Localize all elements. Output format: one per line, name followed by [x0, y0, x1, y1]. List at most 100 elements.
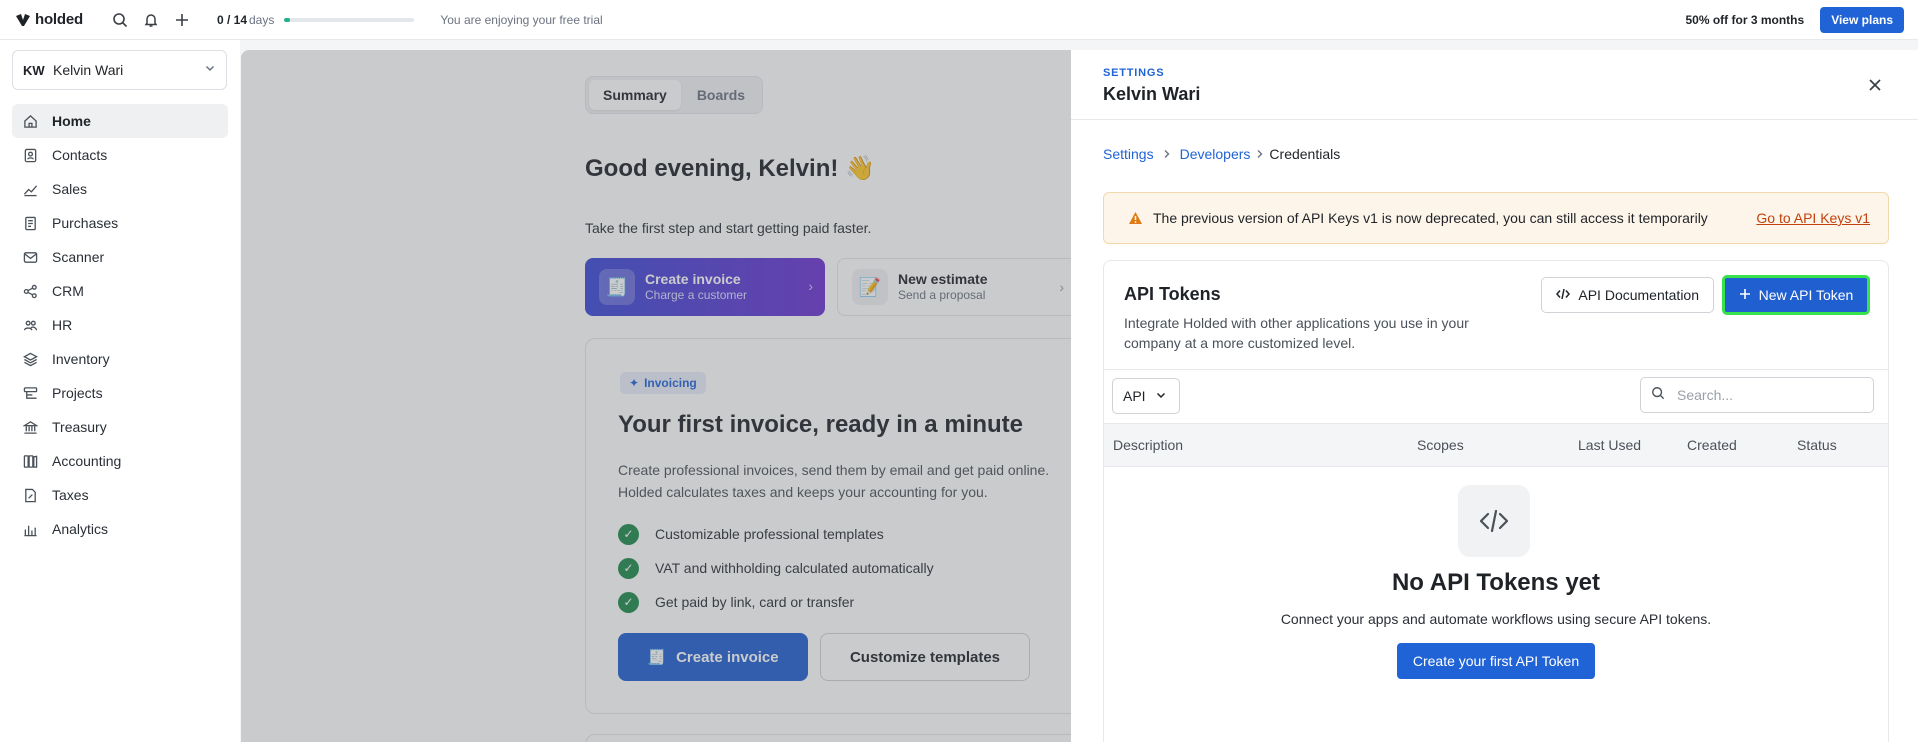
analytics-icon [22, 521, 38, 537]
api-tokens-section: API Tokens Integrate Holded with other a… [1103, 260, 1889, 742]
trial-counter: 0 / 14 days [217, 13, 274, 27]
settings-panel: SETTINGS Kelvin Wari Settings Developers… [1071, 50, 1918, 742]
chevron-right-icon [1162, 149, 1172, 159]
panel-label: SETTINGS [1103, 67, 1165, 79]
panel-header: SETTINGS Kelvin Wari [1071, 50, 1918, 120]
breadcrumb-settings[interactable]: Settings [1103, 146, 1154, 162]
empty-state-subtitle: Connect your apps and automate workflows… [1280, 611, 1712, 627]
deprecation-message: The previous version of API Keys v1 is n… [1153, 210, 1708, 226]
close-icon[interactable] [1866, 76, 1884, 94]
sidebar-item-label: Projects [52, 385, 103, 401]
new-api-token-button[interactable]: New API Token [1722, 275, 1870, 315]
go-to-api-keys-v1-link[interactable]: Go to API Keys v1 [1756, 210, 1870, 226]
deprecation-banner: The previous version of API Keys v1 is n… [1103, 192, 1889, 244]
sidebar-item-label: HR [52, 317, 73, 333]
breadcrumb-credentials: Credentials [1269, 146, 1341, 162]
account-initials: KW [23, 62, 45, 78]
sidebar-item-label: Sales [52, 181, 88, 197]
logo-text: holded [35, 11, 83, 28]
inventory-icon [22, 351, 38, 367]
code-icon [1556, 287, 1571, 303]
scanner-icon [22, 249, 38, 265]
section-title: API Tokens [1124, 284, 1221, 304]
hr-icon [22, 317, 38, 333]
sidebar-item-home[interactable]: Home [12, 104, 228, 138]
crm-icon [22, 283, 38, 299]
trial-progress-fill [284, 17, 290, 22]
sidebar-item-label: Home [52, 113, 91, 129]
section-description: Integrate Holded with other applications… [1124, 315, 1469, 351]
account-name: Kelvin Wari [53, 62, 124, 78]
trial-progress-bar [284, 17, 415, 22]
sidebar-item-label: Scanner [52, 249, 105, 265]
breadcrumb-developers[interactable]: Developers [1180, 146, 1251, 162]
promo-text: 50% off for 3 months [1685, 12, 1805, 27]
column-last-used: Last Used [1578, 437, 1642, 453]
create-first-api-token-button[interactable]: Create your first API Token [1397, 643, 1595, 679]
column-created: Created [1687, 437, 1737, 453]
sidebar-item-label: Taxes [52, 487, 89, 503]
sidebar-item-label: Contacts [52, 147, 108, 163]
projects-icon [22, 385, 38, 401]
treasury-icon [22, 419, 38, 435]
bell-icon[interactable] [136, 5, 166, 35]
purchases-icon [22, 215, 38, 231]
chevron-right-icon [1255, 149, 1265, 159]
accounting-icon [22, 453, 38, 469]
code-icon [1458, 485, 1530, 557]
sidebar-item-projects[interactable]: Projects [12, 376, 228, 410]
new-api-token-label: New API Token [1758, 287, 1854, 303]
trial-unit: days [249, 12, 275, 27]
chevron-down-icon [1155, 388, 1167, 404]
holded-logo[interactable]: holded [16, 11, 83, 28]
sidebar-item-label: Accounting [52, 453, 122, 469]
sidebar-item-scanner[interactable]: Scanner [12, 240, 228, 274]
sidebar-item-label: Inventory [52, 351, 110, 367]
token-search [1640, 377, 1874, 413]
sidebar-item-analytics[interactable]: Analytics [12, 512, 228, 546]
sidebar-item-taxes[interactable]: Taxes [12, 478, 228, 512]
search-icon [1651, 386, 1665, 405]
column-scopes: Scopes [1417, 437, 1464, 453]
table-header: Description Scopes Last Used Created Sta… [1104, 423, 1888, 467]
panel-title: Kelvin Wari [1103, 84, 1201, 104]
type-filter-value: API [1123, 388, 1146, 404]
warning-icon [1128, 211, 1143, 225]
sidebar-item-sales[interactable]: Sales [12, 172, 228, 206]
contacts-icon [22, 147, 38, 163]
sidebar-nav: Home Contacts Sales Purchases Scanner CR… [12, 104, 228, 546]
view-plans-button[interactable]: View plans [1820, 6, 1904, 33]
filter-row: API [1104, 369, 1888, 423]
account-switcher[interactable]: KW Kelvin Wari [12, 50, 227, 90]
breadcrumb: Settings Developers Credentials [1103, 146, 1340, 162]
chevron-down-icon [204, 61, 216, 79]
trial-message: You are enjoying your free trial [440, 12, 603, 27]
plus-icon[interactable] [167, 5, 197, 35]
sidebar-item-treasury[interactable]: Treasury [12, 410, 228, 444]
sidebar-item-label: Purchases [52, 215, 119, 231]
sidebar-item-accounting[interactable]: Accounting [12, 444, 228, 478]
sidebar-item-crm[interactable]: CRM [12, 274, 228, 308]
sidebar-item-inventory[interactable]: Inventory [12, 342, 228, 376]
search-input[interactable] [1677, 387, 1857, 403]
sidebar-item-label: CRM [52, 283, 84, 299]
empty-state-title: No API Tokens yet [1391, 569, 1601, 596]
sidebar-item-label: Treasury [52, 419, 107, 435]
sidebar-item-label: Analytics [52, 521, 109, 537]
sidebar-item-hr[interactable]: HR [12, 308, 228, 342]
top-bar: holded 0 / 14 days You are enjoying your … [0, 0, 1918, 40]
plus-icon [1739, 287, 1751, 303]
api-documentation-label: API Documentation [1578, 287, 1699, 303]
home-icon [22, 113, 38, 129]
api-documentation-button[interactable]: API Documentation [1541, 277, 1714, 313]
taxes-icon [22, 487, 38, 503]
trial-used: 0 / 14 [216, 12, 247, 27]
column-status: Status [1797, 437, 1837, 453]
logo-mark-icon [16, 13, 30, 26]
modal-overlay[interactable] [241, 50, 1071, 742]
type-filter-select[interactable]: API [1112, 378, 1180, 414]
search-icon[interactable] [105, 5, 135, 35]
column-description: Description [1113, 437, 1184, 453]
sidebar-item-contacts[interactable]: Contacts [12, 138, 228, 172]
sidebar-item-purchases[interactable]: Purchases [12, 206, 228, 240]
